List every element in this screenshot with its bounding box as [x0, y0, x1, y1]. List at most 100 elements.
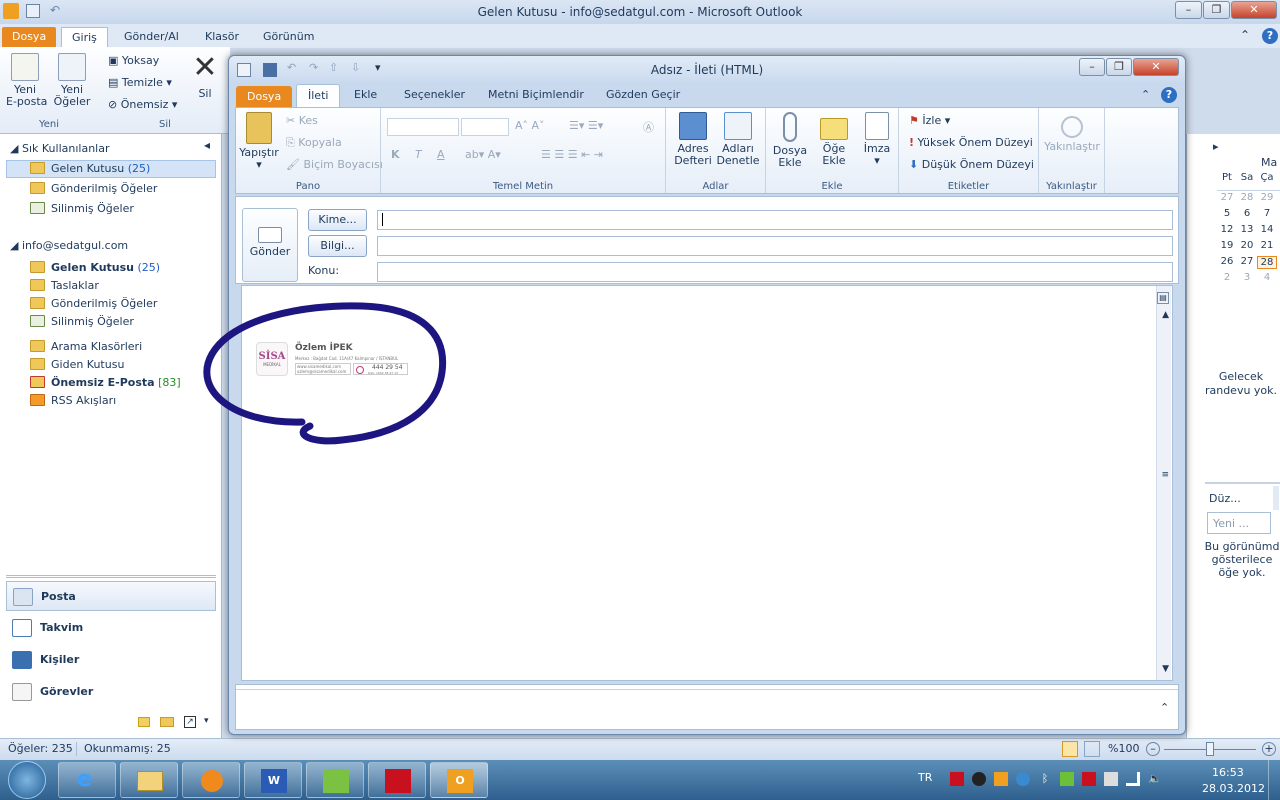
zoom-button[interactable]: Yakınlaştır	[1041, 112, 1103, 153]
cc-button[interactable]: Bilgi...	[308, 235, 367, 257]
outbox-folder[interactable]: Giden Kutusu	[30, 356, 124, 374]
attach-item-button[interactable]: Öğe Ekle	[814, 112, 854, 167]
module-mail[interactable]: Posta	[6, 581, 216, 611]
arrange-by-header[interactable]: Düz...	[1209, 492, 1241, 505]
start-button[interactable]	[8, 761, 46, 799]
calendar-day[interactable]: 13	[1237, 224, 1257, 235]
sent-folder[interactable]: Gönderilmiş Öğeler	[30, 295, 157, 313]
favorite-inbox[interactable]: Gelen Kutusu (25)	[30, 160, 150, 178]
calendar-day[interactable]: 27	[1237, 256, 1257, 267]
tray-acrobat-icon[interactable]	[950, 772, 964, 786]
clock-date[interactable]: 28.03.2012	[1202, 782, 1265, 795]
delete-button[interactable]: ✕ Sil	[188, 51, 222, 100]
bluetooth-icon[interactable]: ᛒ	[1038, 772, 1052, 786]
tab-file[interactable]: Dosya	[2, 27, 57, 48]
signature-button[interactable]: İmza ▾	[858, 112, 896, 167]
taskbar-outlook[interactable]: O	[430, 762, 488, 798]
calendar-day[interactable]: 19	[1217, 240, 1237, 251]
collapse-ribbon-icon[interactable]: ⌃	[1141, 88, 1150, 101]
notes-icon[interactable]	[138, 717, 150, 727]
minimize-button[interactable]: –	[1175, 1, 1202, 19]
ruler-toggle-icon[interactable]: ▤	[1157, 292, 1169, 304]
tray-flag-icon[interactable]	[1082, 772, 1096, 786]
collapse-nav-icon[interactable]: ◂	[204, 138, 210, 152]
normal-view-icon[interactable]	[1062, 741, 1078, 757]
search-folders[interactable]: Arama Klasörleri	[30, 338, 142, 356]
calendar-day[interactable]: 27	[1217, 192, 1237, 203]
tray-device-icon[interactable]	[1104, 772, 1118, 786]
account-header[interactable]: ◢ info@sedatgul.com	[10, 239, 128, 252]
zoom-level[interactable]: %100	[1108, 739, 1139, 759]
collapse-ribbon-icon[interactable]: ⌃	[1240, 28, 1250, 42]
taskbar-acrobat[interactable]	[368, 762, 426, 798]
underline-button[interactable]: A	[437, 148, 445, 161]
paste-button[interactable]: Yapıştır ▾	[239, 112, 279, 171]
tab-send-receive[interactable]: Gönder/Al	[114, 27, 189, 48]
favorites-header[interactable]: ◢ Sık Kullanılanlar	[10, 142, 109, 155]
to-field[interactable]	[377, 210, 1173, 230]
calendar-day[interactable]: 5	[1217, 208, 1237, 219]
tab-options[interactable]: Seçenekler	[393, 84, 476, 108]
compose-minimize-button[interactable]: –	[1079, 58, 1105, 76]
shortcuts-icon[interactable]: ↗	[184, 716, 196, 728]
volume-icon[interactable]: 🔈	[1148, 772, 1162, 786]
calendar-day[interactable]: 2	[1217, 272, 1237, 283]
taskbar-app-green[interactable]	[306, 762, 364, 798]
new-email-button[interactable]: Yeni E-posta	[6, 53, 47, 108]
clean-up-button[interactable]: ▤ Temizle ▾	[108, 76, 172, 89]
font-size-select[interactable]	[461, 118, 509, 136]
account-inbox[interactable]: Gelen Kutusu (25)	[30, 259, 160, 277]
calendar-day[interactable]: 6	[1237, 208, 1257, 219]
send-button[interactable]: Gönder	[242, 208, 298, 282]
align-buttons[interactable]: ☰ ☰ ☰ ⇤ ⇥	[541, 148, 603, 161]
module-tasks[interactable]: Görevler	[6, 677, 216, 707]
favorite-sent[interactable]: Gönderilmiş Öğeler	[30, 180, 157, 198]
low-importance-button[interactable]: ⬇ Düşük Önem Düzeyi	[909, 158, 1034, 171]
tab-review[interactable]: Gözden Geçir	[595, 84, 691, 108]
bold-button[interactable]: K	[391, 148, 400, 161]
message-body[interactable]: ▤ ▲ ≡ ▼ SİSA MEDİKAL Özlem İPEK Merkez :…	[203, 285, 1173, 681]
compose-close-button[interactable]: ✕	[1133, 58, 1179, 76]
drafts-folder[interactable]: Taslaklar	[30, 277, 99, 295]
cut-button[interactable]: ✂ Kes	[286, 114, 318, 127]
help-icon[interactable]: ?	[1262, 28, 1278, 44]
calendar-day[interactable]: 28	[1257, 256, 1277, 269]
calendar-day[interactable]: 28	[1237, 192, 1257, 203]
taskbar-media-player[interactable]	[182, 762, 240, 798]
scroll-up-icon[interactable]: ▲	[1162, 310, 1169, 320]
tray-security-icon[interactable]	[1060, 772, 1074, 786]
expand-people-pane-icon[interactable]: ⌃	[1160, 701, 1169, 714]
signal-icon[interactable]	[1126, 772, 1140, 786]
calendar-day[interactable]: 7	[1257, 208, 1277, 219]
follow-up-button[interactable]: ⚑ İzle ▾	[909, 114, 950, 127]
clock-time[interactable]: 16:53	[1212, 766, 1244, 779]
tab-view[interactable]: Görünüm	[253, 27, 324, 48]
attach-file-button[interactable]: Dosya Ekle	[770, 112, 810, 169]
copy-button[interactable]: ⎘ Kopyala	[286, 136, 342, 150]
to-button[interactable]: Kime...	[308, 209, 367, 231]
zoom-slider-thumb[interactable]	[1206, 742, 1214, 756]
calendar-day[interactable]: 26	[1217, 256, 1237, 267]
splitter-handle[interactable]	[6, 575, 216, 578]
bullets-button[interactable]: ☰▾ ☰▾	[569, 119, 603, 132]
zoom-out-button[interactable]: –	[1146, 742, 1160, 756]
reading-view-icon[interactable]	[1084, 741, 1100, 757]
tab-file[interactable]: Dosya	[236, 86, 293, 108]
deleted-folder[interactable]: Silinmiş Öğeler	[30, 313, 134, 331]
scroll-handle[interactable]	[1273, 486, 1279, 510]
new-items-button[interactable]: Yeni Öğeler	[50, 53, 94, 108]
scroll-down-icon[interactable]: ▼	[1162, 664, 1169, 674]
maximize-button[interactable]: ❐	[1203, 1, 1230, 19]
italic-button[interactable]: T	[415, 148, 422, 161]
taskbar-ie[interactable]: e	[58, 762, 116, 798]
high-importance-button[interactable]: ! Yüksek Önem Düzeyi	[909, 136, 1033, 149]
subject-field[interactable]	[377, 262, 1173, 282]
language-indicator[interactable]: TR	[918, 771, 932, 784]
calendar-day[interactable]: 21	[1257, 240, 1277, 251]
cc-field[interactable]	[377, 236, 1173, 256]
font-name-select[interactable]	[387, 118, 459, 136]
highlight-button[interactable]: ab▾ A▾	[465, 148, 501, 161]
grow-font-button[interactable]: A˄ A˅	[515, 119, 545, 132]
calendar-day[interactable]: 29	[1257, 192, 1277, 203]
new-task-input[interactable]: Yeni ...	[1207, 512, 1271, 534]
